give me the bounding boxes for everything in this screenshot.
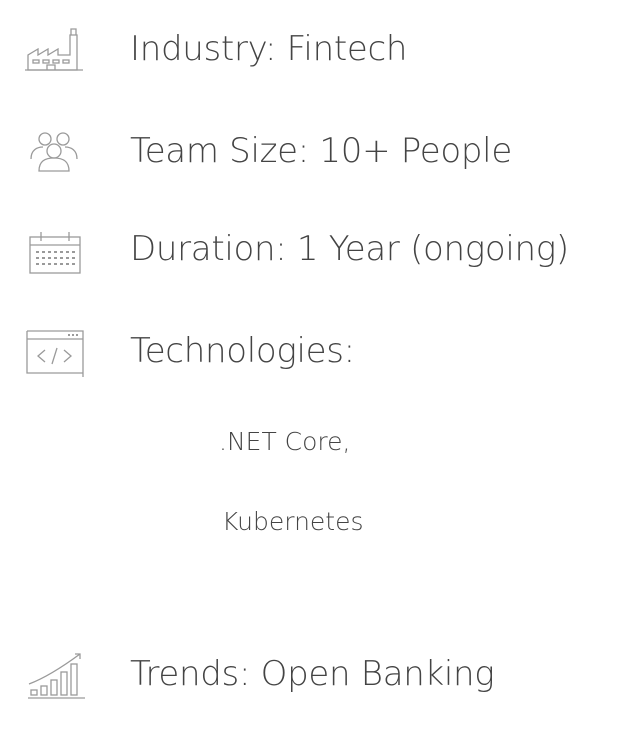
- info-item-duration: Duration: 1 Year (ongoing): [0, 225, 638, 285]
- technologies-label: Technologies:: [130, 331, 355, 371]
- team-icon: [25, 127, 87, 177]
- info-item-industry: Industry: Fintech: [0, 25, 638, 85]
- trends-label: Trends: Open Banking: [130, 654, 495, 694]
- info-item-trends: Trends: Open Banking: [0, 650, 638, 710]
- team-size-label: Team Size: 10+ People: [130, 131, 512, 171]
- technology-item: Kubernetes: [222, 507, 364, 536]
- duration-label: Duration: 1 Year (ongoing): [130, 229, 569, 269]
- calendar-icon: [25, 229, 87, 279]
- industry-label: Industry: Fintech: [130, 29, 408, 69]
- info-item-technologies: Technologies:: [0, 327, 638, 387]
- trend-chart-icon: [25, 650, 87, 700]
- code-window-icon: [25, 329, 87, 379]
- technology-item: .NET Core,: [219, 427, 351, 456]
- factory-icon: [25, 25, 87, 75]
- info-item-team-size: Team Size: 10+ People: [0, 125, 638, 185]
